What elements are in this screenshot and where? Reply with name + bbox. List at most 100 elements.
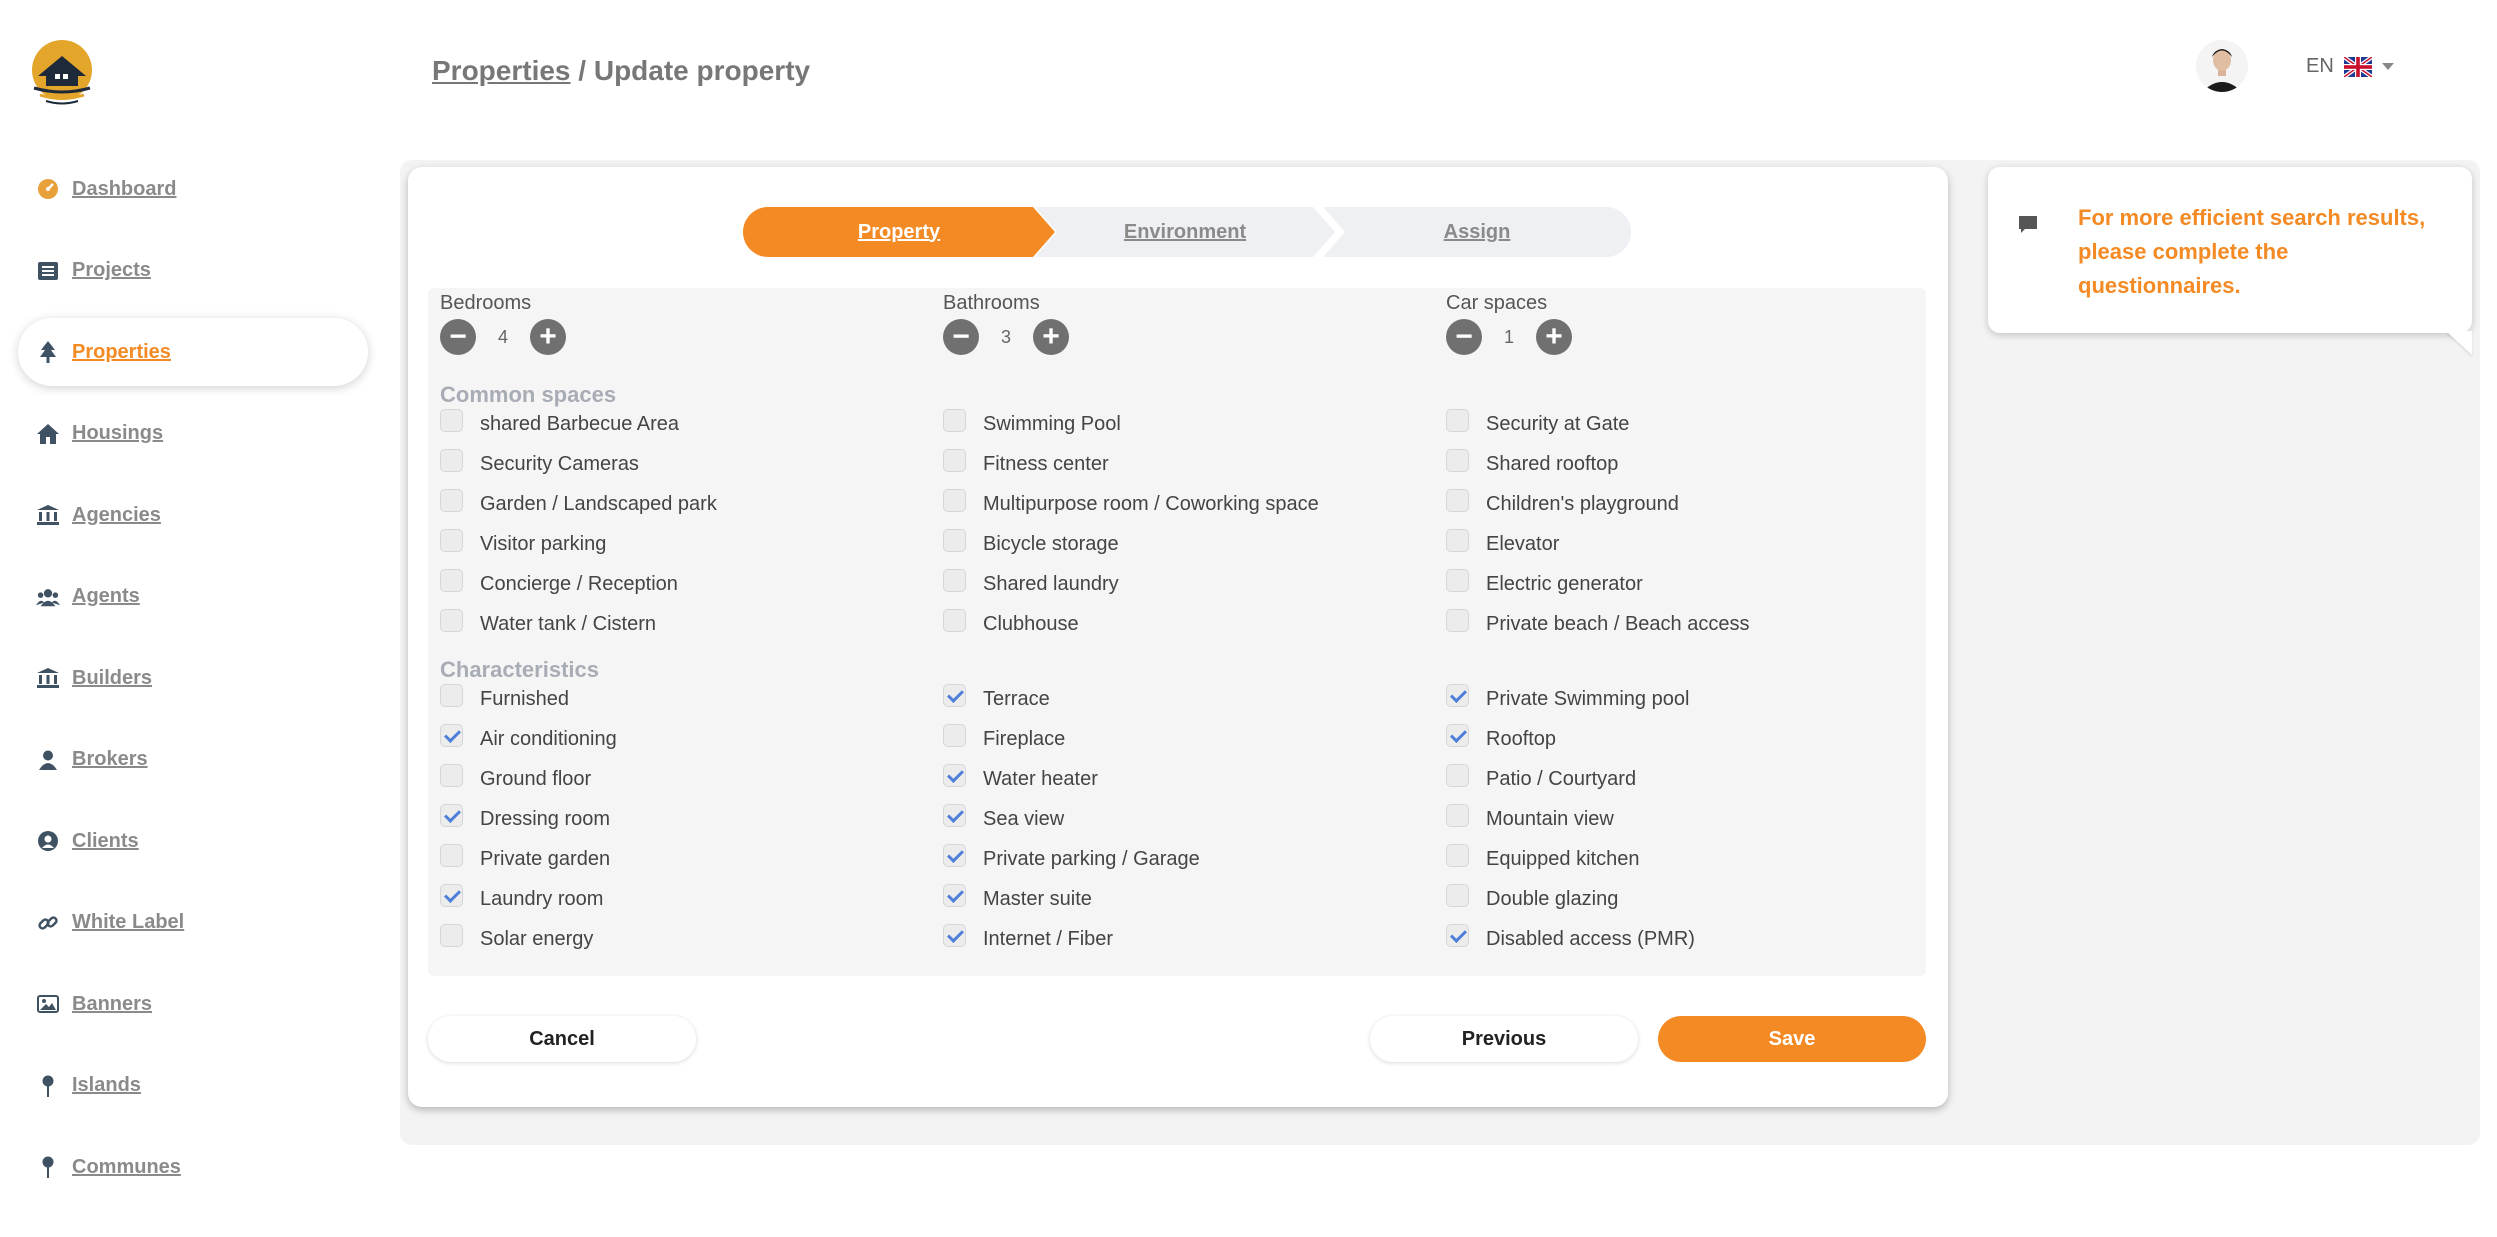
sidebar-item-islands[interactable]: Islands	[0, 1052, 380, 1120]
checkbox-option[interactable]: Private parking / Garage	[943, 844, 1200, 871]
checkbox-unchecked[interactable]	[440, 924, 463, 947]
checkbox-option[interactable]: Internet / Fiber	[943, 924, 1113, 951]
checkbox-option[interactable]: Equipped kitchen	[1446, 844, 1639, 871]
sidebar-item-white-label[interactable]: White Label	[0, 889, 380, 957]
checkbox-unchecked[interactable]	[440, 764, 463, 787]
checkbox-option[interactable]: Rooftop	[1446, 724, 1556, 751]
checkbox-option[interactable]: Visitor parking	[440, 529, 606, 556]
checkbox-option[interactable]: Laundry room	[440, 884, 603, 911]
checkbox-option[interactable]: Sea view	[943, 804, 1064, 831]
checkbox-option[interactable]: Ground floor	[440, 764, 591, 791]
checkbox-unchecked[interactable]	[440, 409, 463, 432]
checkbox-option[interactable]: Private beach / Beach access	[1446, 609, 1749, 636]
checkbox-option[interactable]: Disabled access (PMR)	[1446, 924, 1695, 951]
sidebar-item-dashboard[interactable]: Dashboard	[0, 155, 380, 223]
checkbox-option[interactable]: Private garden	[440, 844, 610, 871]
checkbox-unchecked[interactable]	[943, 409, 966, 432]
decrement-button[interactable]: −	[1446, 319, 1482, 355]
checkbox-unchecked[interactable]	[1446, 609, 1469, 632]
checkbox-option[interactable]: Water tank / Cistern	[440, 609, 656, 636]
checkbox-checked[interactable]	[943, 884, 966, 907]
checkbox-option[interactable]: Terrace	[943, 684, 1050, 711]
sidebar-item-banners[interactable]: Banners	[0, 970, 380, 1038]
checkbox-unchecked[interactable]	[1446, 489, 1469, 512]
checkbox-unchecked[interactable]	[943, 609, 966, 632]
checkbox-unchecked[interactable]	[1446, 844, 1469, 867]
checkbox-unchecked[interactable]	[1446, 409, 1469, 432]
checkbox-unchecked[interactable]	[943, 724, 966, 747]
increment-button[interactable]: +	[530, 319, 566, 355]
checkbox-unchecked[interactable]	[943, 529, 966, 552]
checkbox-unchecked[interactable]	[1446, 569, 1469, 592]
decrement-button[interactable]: −	[440, 319, 476, 355]
avatar[interactable]	[2196, 40, 2248, 92]
checkbox-option[interactable]: Mountain view	[1446, 804, 1614, 831]
checkbox-unchecked[interactable]	[1446, 449, 1469, 472]
checkbox-option[interactable]: Fitness center	[943, 449, 1109, 476]
checkbox-option[interactable]: Fireplace	[943, 724, 1065, 751]
step-assign[interactable]: Assign	[1323, 207, 1631, 257]
language-selector[interactable]: EN	[2306, 54, 2394, 79]
sidebar-item-housings[interactable]: Housings	[0, 400, 380, 468]
checkbox-unchecked[interactable]	[943, 569, 966, 592]
breadcrumb-link-properties[interactable]: Properties	[432, 55, 571, 86]
sidebar-item-agencies[interactable]: Agencies	[0, 481, 380, 549]
sidebar-item-properties[interactable]: Properties	[18, 318, 368, 386]
step-environment[interactable]: Environment	[1035, 207, 1335, 257]
checkbox-checked[interactable]	[943, 804, 966, 827]
checkbox-option[interactable]: Concierge / Reception	[440, 569, 678, 596]
checkbox-option[interactable]: Garden / Landscaped park	[440, 489, 717, 516]
sidebar-item-projects[interactable]: Projects	[0, 237, 380, 305]
checkbox-checked[interactable]	[1446, 924, 1469, 947]
checkbox-option[interactable]: Security at Gate	[1446, 409, 1629, 436]
checkbox-option[interactable]: Patio / Courtyard	[1446, 764, 1636, 791]
checkbox-option[interactable]: Elevator	[1446, 529, 1559, 556]
checkbox-option[interactable]: Multipurpose room / Coworking space	[943, 489, 1319, 516]
checkbox-unchecked[interactable]	[943, 449, 966, 472]
decrement-button[interactable]: −	[943, 319, 979, 355]
checkbox-unchecked[interactable]	[943, 489, 966, 512]
step-property[interactable]: Property	[743, 207, 1055, 257]
checkbox-option[interactable]: shared Barbecue Area	[440, 409, 679, 436]
checkbox-option[interactable]: Bicycle storage	[943, 529, 1119, 556]
sidebar-item-clients[interactable]: Clients	[0, 807, 380, 875]
checkbox-checked[interactable]	[440, 804, 463, 827]
checkbox-checked[interactable]	[943, 924, 966, 947]
checkbox-checked[interactable]	[943, 844, 966, 867]
sidebar-item-builders[interactable]: Builders	[0, 644, 380, 712]
checkbox-checked[interactable]	[943, 764, 966, 787]
checkbox-option[interactable]: Shared rooftop	[1446, 449, 1618, 476]
checkbox-option[interactable]: Solar energy	[440, 924, 593, 951]
checkbox-unchecked[interactable]	[1446, 529, 1469, 552]
checkbox-checked[interactable]	[440, 724, 463, 747]
checkbox-option[interactable]: Swimming Pool	[943, 409, 1121, 436]
checkbox-unchecked[interactable]	[440, 449, 463, 472]
sidebar-item-agents[interactable]: Agents	[0, 563, 380, 631]
checkbox-unchecked[interactable]	[440, 609, 463, 632]
checkbox-option[interactable]: Master suite	[943, 884, 1092, 911]
checkbox-unchecked[interactable]	[440, 844, 463, 867]
checkbox-checked[interactable]	[440, 884, 463, 907]
checkbox-option[interactable]: Children's playground	[1446, 489, 1679, 516]
checkbox-option[interactable]: Electric generator	[1446, 569, 1643, 596]
checkbox-option[interactable]: Dressing room	[440, 804, 610, 831]
checkbox-unchecked[interactable]	[440, 569, 463, 592]
checkbox-unchecked[interactable]	[1446, 764, 1469, 787]
increment-button[interactable]: +	[1033, 319, 1069, 355]
checkbox-option[interactable]: Clubhouse	[943, 609, 1079, 636]
checkbox-unchecked[interactable]	[440, 529, 463, 552]
checkbox-unchecked[interactable]	[1446, 804, 1469, 827]
checkbox-checked[interactable]	[1446, 724, 1469, 747]
sidebar-item-communes[interactable]: Communes	[0, 1133, 380, 1201]
sidebar-item-brokers[interactable]: Brokers	[0, 726, 380, 794]
checkbox-unchecked[interactable]	[440, 684, 463, 707]
app-logo[interactable]	[28, 40, 96, 108]
checkbox-option[interactable]: Double glazing	[1446, 884, 1618, 911]
checkbox-option[interactable]: Furnished	[440, 684, 569, 711]
cancel-button[interactable]: Cancel	[428, 1016, 696, 1062]
checkbox-checked[interactable]	[1446, 684, 1469, 707]
checkbox-option[interactable]: Security Cameras	[440, 449, 639, 476]
checkbox-checked[interactable]	[943, 684, 966, 707]
checkbox-option[interactable]: Air conditioning	[440, 724, 617, 751]
increment-button[interactable]: +	[1536, 319, 1572, 355]
